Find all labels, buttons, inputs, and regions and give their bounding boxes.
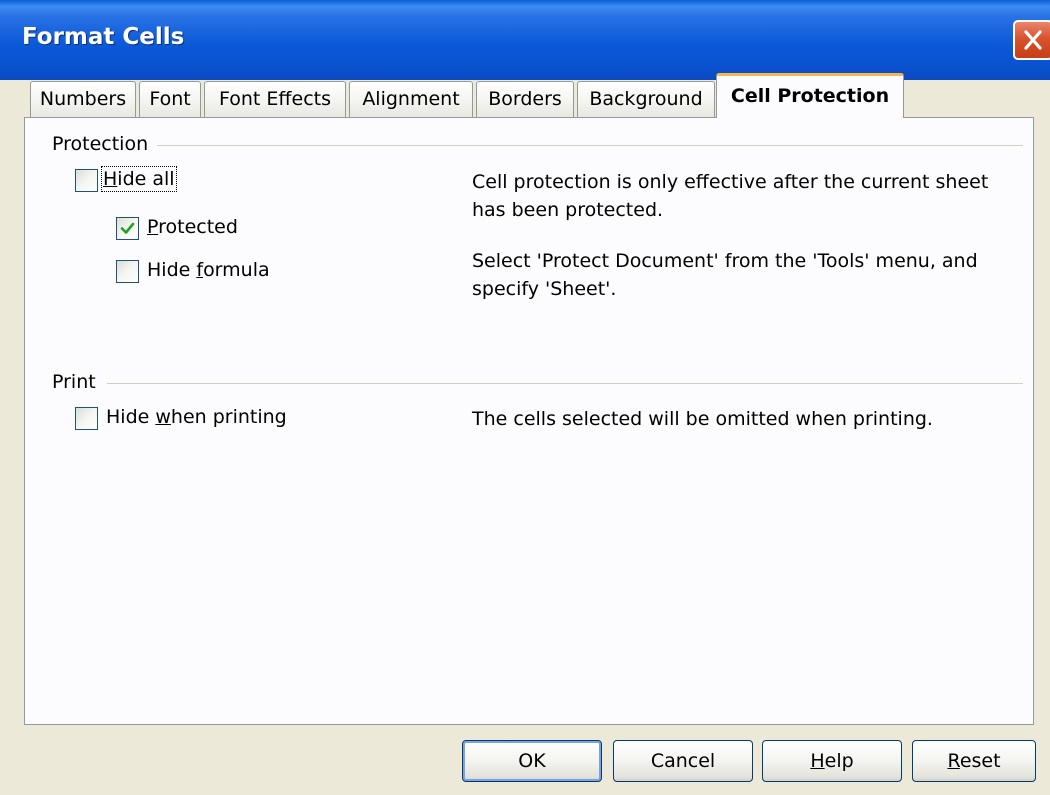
protection-section-label: Protection [52, 133, 149, 155]
window-title: Format Cells [22, 24, 185, 50]
ok-button[interactable]: OK [462, 740, 602, 782]
tab-label: Cell Protection [730, 85, 890, 107]
tab-label: Font Effects [219, 88, 331, 110]
print-divider [107, 383, 1023, 384]
help-button[interactable]: Help [762, 740, 902, 782]
hide-when-printing-label[interactable]: Hide when printing [106, 406, 287, 428]
tab-label: Borders [488, 88, 562, 110]
print-section-label: Print [52, 371, 96, 393]
close-icon [1024, 30, 1042, 50]
title-bar[interactable]: Format Cells [0, 0, 1050, 80]
cancel-button[interactable]: Cancel [613, 740, 753, 782]
protection-description: Cell protection is only effective after … [472, 171, 989, 221]
tab-label: Background [589, 88, 703, 110]
hide-all-label[interactable]: Hide all [101, 166, 177, 192]
tab-font[interactable]: Font [139, 81, 201, 117]
protection-divider [157, 145, 1023, 146]
close-button[interactable] [1013, 20, 1050, 60]
protected-label[interactable]: Protected [147, 216, 238, 238]
tab-cell-protection[interactable]: Cell Protection [716, 73, 904, 118]
reset-button[interactable]: Reset [912, 740, 1036, 782]
tab-label: Numbers [39, 88, 127, 110]
tab-label: Font [149, 88, 191, 110]
format-cells-dialog: Format Cells Numbers Font Font Effects A… [0, 0, 1050, 795]
tab-borders[interactable]: Borders [476, 81, 574, 117]
checkmark-icon [120, 222, 135, 234]
protected-checkbox[interactable] [116, 217, 139, 240]
hide-when-printing-checkbox[interactable] [75, 407, 98, 430]
cell-protection-panel: Protection Hide all Protected Hide formu… [24, 117, 1034, 725]
hide-formula-checkbox[interactable] [116, 260, 139, 283]
tab-alignment[interactable]: Alignment [349, 81, 473, 117]
tab-label: Alignment [362, 88, 460, 110]
print-description: The cells selected will be omitted when … [472, 408, 933, 430]
hide-all-checkbox[interactable] [75, 169, 98, 192]
tab-numbers[interactable]: Numbers [30, 81, 136, 117]
tab-font-effects[interactable]: Font Effects [204, 81, 346, 117]
hide-formula-label[interactable]: Hide formula [147, 259, 270, 281]
protection-instructions: Select 'Protect Document' from the 'Tool… [472, 250, 978, 300]
tab-background[interactable]: Background [577, 81, 715, 117]
